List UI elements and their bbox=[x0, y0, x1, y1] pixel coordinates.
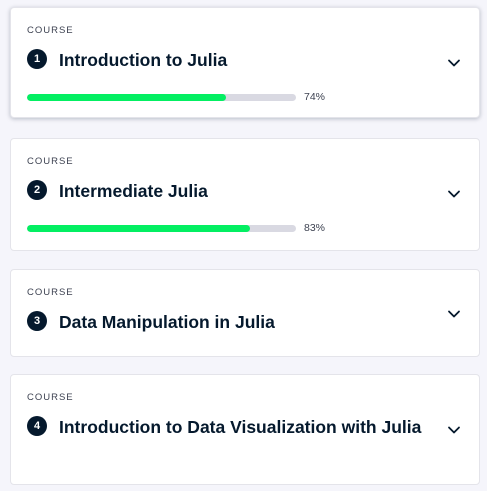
course-eyebrow: COURSE bbox=[27, 392, 74, 403]
progress-percent: 74% bbox=[304, 91, 326, 103]
course-title: Data Manipulation in Julia bbox=[59, 312, 275, 332]
course-eyebrow: COURSE bbox=[27, 156, 74, 167]
course-title: Introduction to Julia bbox=[59, 50, 228, 70]
chevron-down-icon[interactable] bbox=[447, 56, 461, 70]
course-card-1[interactable]: COURSE 1 Introduction to Julia 74% bbox=[10, 7, 480, 118]
course-title-row: 1 Introduction to Julia bbox=[27, 49, 429, 71]
course-card-2[interactable]: COURSE 2 Intermediate Julia 83% bbox=[10, 138, 480, 251]
course-number-badge: 2 bbox=[27, 180, 47, 200]
progress-fill bbox=[27, 225, 251, 232]
progress-fill bbox=[27, 94, 227, 101]
course-title: Introduction to Data Visualization with … bbox=[59, 417, 422, 437]
course-title: Intermediate Julia bbox=[59, 181, 208, 201]
course-number-badge: 3 bbox=[27, 311, 47, 331]
course-eyebrow: COURSE bbox=[27, 287, 74, 298]
course-eyebrow: COURSE bbox=[27, 25, 74, 36]
chevron-down-icon[interactable] bbox=[447, 307, 461, 321]
course-title-row: 2 Intermediate Julia bbox=[27, 180, 429, 202]
progress-percent: 83% bbox=[304, 222, 326, 234]
course-card-4[interactable]: COURSE 4 Introduction to Data Visualizat… bbox=[10, 374, 480, 485]
progress-bar bbox=[27, 94, 296, 101]
chevron-down-icon[interactable] bbox=[447, 423, 461, 437]
progress-bar bbox=[27, 225, 296, 232]
course-number-badge: 1 bbox=[27, 49, 47, 69]
course-title-row: 4 Introduction to Data Visualization wit… bbox=[27, 416, 429, 438]
chevron-down-icon[interactable] bbox=[447, 187, 461, 201]
course-number-badge: 4 bbox=[27, 416, 47, 436]
course-card-3[interactable]: COURSE 3 Data Manipulation in Julia bbox=[10, 269, 480, 357]
course-title-row: 3 Data Manipulation in Julia bbox=[27, 311, 429, 333]
